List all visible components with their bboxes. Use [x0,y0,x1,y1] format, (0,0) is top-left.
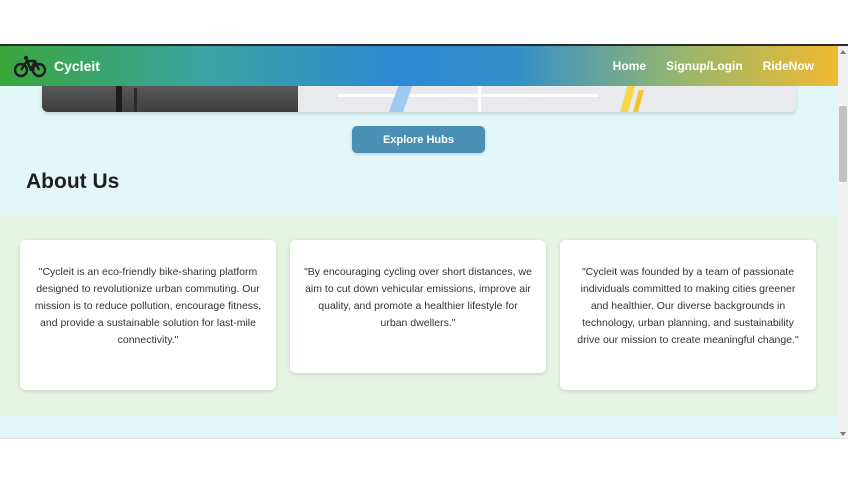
about-us-heading: About Us [26,170,120,193]
map-road [478,84,481,112]
bicycle-logo-icon [14,55,46,78]
about-section: "Cycleit is an eco-friendly bike-sharing… [0,215,838,416]
map-photo-panel [42,84,298,112]
scroll-up-icon[interactable] [840,50,846,54]
photo-pole [116,84,122,112]
navbar: Cycleit Home Signup/Login RideNow [0,46,838,86]
about-card-goals: "By encouraging cycling over short dista… [290,240,546,373]
page-viewport: Cycleit Home Signup/Login RideNow Explor… [0,44,848,438]
hub-map[interactable] [42,84,796,112]
map-road [338,94,598,97]
browser-top-area [0,0,848,44]
about-card-mission: "Cycleit is an eco-friendly bike-sharing… [20,240,276,390]
page-scrollbar[interactable] [838,46,848,438]
photo-pole-small [134,88,137,112]
logo[interactable]: Cycleit [14,54,100,78]
nav-ridenow-link[interactable]: RideNow [763,59,814,73]
brand-name: Cycleit [54,58,100,74]
map-tiles[interactable] [298,84,796,112]
nav-links: Home Signup/Login RideNow [593,59,814,73]
scrollbar-thumb[interactable] [839,106,847,182]
scroll-down-icon[interactable] [840,432,846,436]
nav-signup-login-link[interactable]: Signup/Login [666,59,743,73]
map-river [388,84,414,112]
explore-hubs-button[interactable]: Explore Hubs [352,126,485,153]
nav-home-link[interactable]: Home [613,59,646,73]
map-highway [633,90,644,112]
browser-bottom-area [0,438,848,480]
about-card-team: "Cycleit was founded by a team of passio… [560,240,816,390]
